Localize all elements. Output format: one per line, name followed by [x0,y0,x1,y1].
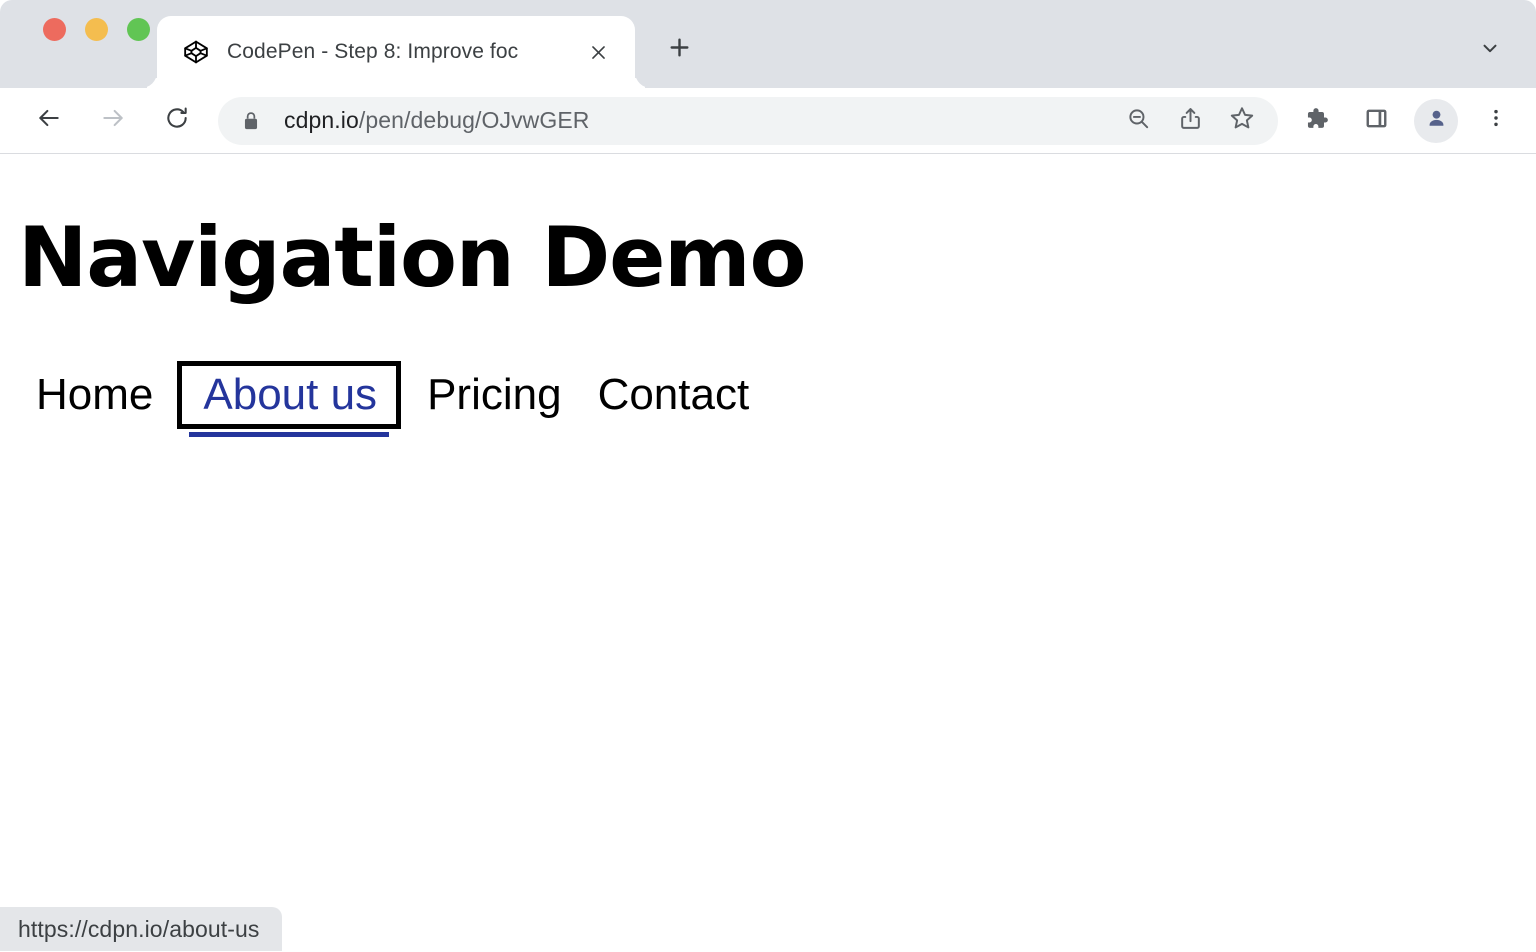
arrow-right-icon [100,105,126,136]
tab-strip: CodePen - Step 8: Improve foc [0,0,1536,88]
back-button[interactable] [26,98,72,144]
extensions-puzzle-icon [1304,106,1329,136]
site-navigation: Home About us Pricing Contact [18,347,1536,443]
nav-link-contact[interactable]: Contact [580,373,768,417]
share-button[interactable] [1168,99,1212,143]
nav-link-about-us[interactable]: About us [189,373,389,417]
three-dot-menu-icon [1485,107,1507,134]
bookmark-button[interactable] [1220,99,1264,143]
arrow-left-icon [36,105,62,136]
page-title: Navigation Demo [18,216,1536,299]
forward-button[interactable] [90,98,136,144]
window-minimize-button[interactable] [85,18,108,41]
nav-link-home[interactable]: Home [18,373,171,417]
window-controls [0,0,150,88]
reload-button[interactable] [154,98,200,144]
status-bar-url: https://cdpn.io/about-us [0,907,282,951]
address-bar[interactable]: cdpn.io/pen/debug/OJvwGER [218,97,1278,145]
url-text: cdpn.io/pen/debug/OJvwGER [284,107,1108,134]
url-path: /pen/debug/OJvwGER [359,107,590,133]
close-icon[interactable] [581,35,615,69]
chevron-down-icon [1479,37,1501,64]
reload-icon [164,105,190,136]
url-host: cdpn.io [284,107,359,133]
extensions-button[interactable] [1294,99,1338,143]
new-tab-button[interactable] [657,28,701,72]
tab-search-button[interactable] [1468,28,1512,72]
chrome-menu-button[interactable] [1474,99,1518,143]
nav-link-pricing[interactable]: Pricing [409,373,580,417]
browser-tab-active[interactable]: CodePen - Step 8: Improve foc [157,16,635,88]
side-panel-button[interactable] [1354,99,1398,143]
page-content: Navigation Demo Home About us Pricing Co… [0,154,1536,951]
zoom-out-icon [1126,106,1151,136]
codepen-logo-icon [183,39,209,65]
bookmark-star-icon [1229,105,1255,136]
tab-title: CodePen - Step 8: Improve foc [227,40,581,64]
browser-window: CodePen - Step 8: Improve foc [0,0,1536,952]
focus-underline [189,432,389,437]
profile-button[interactable] [1414,99,1458,143]
profile-avatar-icon [1425,107,1448,135]
share-icon [1178,106,1203,136]
plus-icon [667,35,692,65]
lock-icon[interactable] [240,110,262,132]
side-panel-icon [1364,106,1389,136]
browser-toolbar: cdpn.io/pen/debug/OJvwGER [0,88,1536,154]
zoom-out-button[interactable] [1116,99,1160,143]
nav-link-about-us-label: About us [203,370,377,419]
window-close-button[interactable] [43,18,66,41]
window-maximize-button[interactable] [127,18,150,41]
